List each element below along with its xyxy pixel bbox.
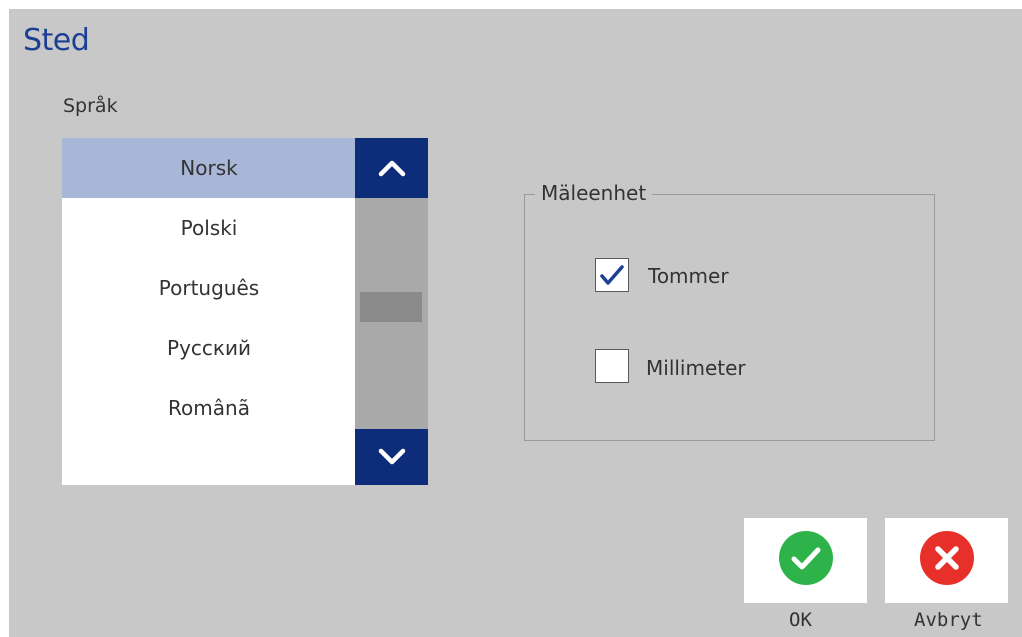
language-item-norsk[interactable]: Norsk [62, 138, 356, 198]
millimeter-checkbox[interactable] [595, 349, 629, 383]
language-label: Språk [63, 95, 118, 117]
chevron-up-icon [378, 160, 405, 177]
tommer-checkbox[interactable] [595, 258, 629, 292]
tommer-label: Tommer [648, 264, 729, 288]
checkmark-icon [600, 265, 624, 285]
units-group-legend: Mäleenhet [535, 181, 653, 205]
location-dialog: Sted Språk Norsk Polski Português Русски… [9, 9, 1022, 637]
checkmark-circle-icon [778, 530, 833, 585]
language-list: Norsk Polski Português Русский Românã [62, 138, 356, 485]
scroll-up-button[interactable] [355, 138, 428, 198]
ok-button[interactable] [744, 518, 867, 603]
language-item-portugues[interactable]: Português [62, 258, 356, 318]
cancel-button[interactable] [885, 518, 1008, 603]
millimeter-label: Millimeter [646, 356, 746, 380]
scroll-thumb[interactable] [360, 292, 422, 322]
ok-label: OK [789, 609, 812, 631]
scroll-down-button[interactable] [355, 429, 428, 485]
x-circle-icon [919, 530, 974, 585]
dialog-title: Sted [23, 23, 90, 58]
language-item-russkiy[interactable]: Русский [62, 318, 356, 378]
language-scrollbar[interactable] [355, 138, 428, 485]
cancel-label: Avbryt [914, 609, 983, 631]
chevron-down-icon [378, 448, 405, 465]
language-item-romana[interactable]: Românã [62, 378, 356, 438]
units-group-box [524, 194, 935, 441]
language-item-polski[interactable]: Polski [62, 198, 356, 258]
